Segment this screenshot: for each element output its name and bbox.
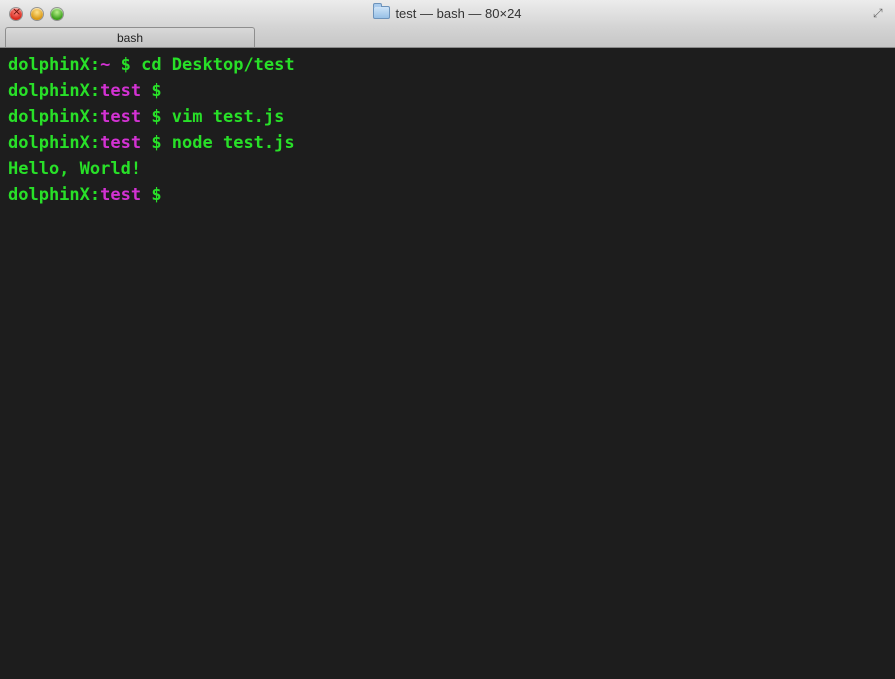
terminal-line: Hello, World! — [8, 156, 888, 182]
terminal-line: dolphinX:test $ — [8, 182, 888, 208]
title-bar[interactable]: test — bash — 80×24 ⤢ bash — [0, 0, 895, 48]
prompt-separator: : — [89, 81, 101, 101]
prompt-separator: : — [89, 55, 101, 75]
tab-bash[interactable]: bash — [5, 27, 255, 47]
prompt-directory: test — [100, 107, 142, 127]
terminal-line: dolphinX:~ $ cd Desktop/test — [8, 52, 888, 78]
terminal-line: dolphinX:test $ node test.js — [8, 130, 888, 156]
command-text: $ vim test.js — [141, 107, 285, 127]
prompt-user: dolphinX — [8, 133, 90, 153]
prompt-user: dolphinX — [8, 55, 90, 75]
command-text: $ cd Desktop/test — [110, 55, 295, 75]
prompt-separator: : — [89, 185, 101, 205]
terminal-line: dolphinX:test $ vim test.js — [8, 104, 888, 130]
tab-bar: bash — [0, 24, 895, 48]
prompt-user: dolphinX — [8, 107, 90, 127]
command-text: $ — [141, 81, 162, 101]
terminal-output[interactable]: dolphinX:~ $ cd Desktop/test dolphinX:te… — [8, 52, 888, 208]
prompt-separator: : — [89, 107, 101, 127]
command-output: Hello, World! — [8, 159, 142, 179]
command-text: $ node test.js — [141, 133, 295, 153]
prompt-user: dolphinX — [8, 185, 90, 205]
window-title-group: test — bash — 80×24 — [0, 3, 895, 21]
prompt-directory: test — [100, 81, 142, 101]
window-title: test — bash — 80×24 — [395, 6, 522, 21]
prompt-directory: test — [100, 185, 142, 205]
prompt-user: dolphinX — [8, 81, 90, 101]
terminal-window: test — bash — 80×24 ⤢ bash dolphinX:~ $ … — [0, 0, 895, 679]
prompt-directory: ~ — [100, 55, 111, 75]
command-text: $ — [141, 185, 162, 205]
prompt-directory: test — [100, 133, 142, 153]
folder-icon — [373, 3, 391, 19]
prompt-separator: : — [89, 133, 101, 153]
fullscreen-icon[interactable]: ⤢ — [873, 7, 886, 20]
terminal-line: dolphinX:test $ — [8, 78, 888, 104]
